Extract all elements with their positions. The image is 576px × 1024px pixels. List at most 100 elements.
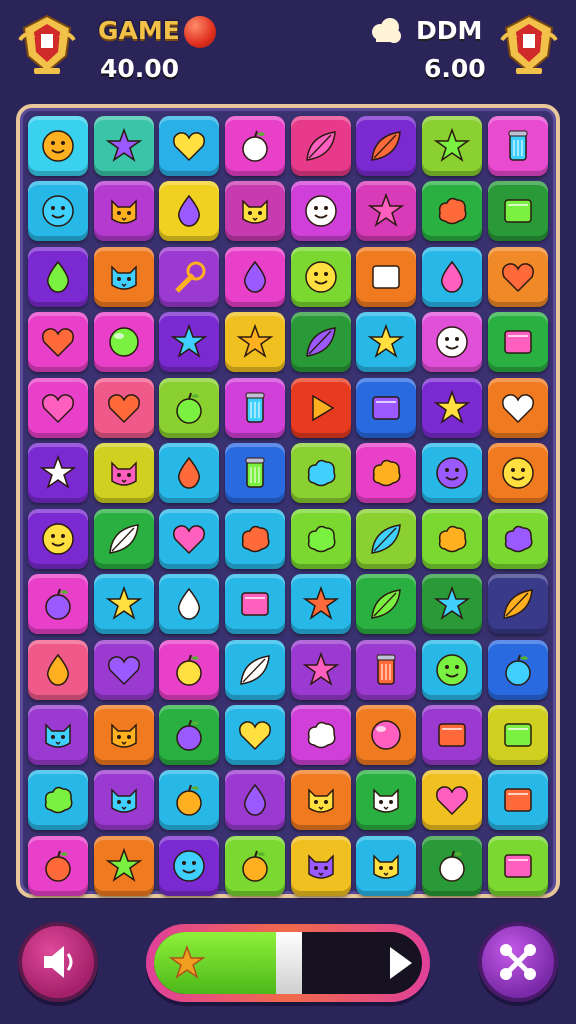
tile[interactable] [356, 312, 417, 373]
tile[interactable] [159, 508, 220, 569]
tile[interactable] [290, 116, 351, 176]
tile[interactable] [422, 770, 483, 831]
tile[interactable] [28, 312, 88, 373]
tile[interactable] [159, 770, 220, 831]
tile[interactable] [356, 574, 417, 635]
tile[interactable] [28, 181, 88, 242]
tile[interactable] [422, 639, 483, 700]
tile[interactable] [159, 574, 220, 635]
tile[interactable] [225, 704, 286, 765]
tile[interactable] [422, 704, 483, 765]
tile[interactable] [225, 770, 286, 831]
tile[interactable] [225, 443, 286, 504]
tile[interactable] [28, 639, 88, 700]
tile[interactable] [93, 312, 154, 373]
tile[interactable] [487, 574, 548, 635]
shuffle-button[interactable] [478, 922, 558, 1002]
tile[interactable] [487, 508, 548, 569]
tile[interactable] [93, 639, 154, 700]
tile[interactable] [290, 312, 351, 373]
tile[interactable] [225, 574, 286, 635]
tile[interactable] [93, 835, 154, 896]
tile[interactable] [422, 116, 483, 176]
tile[interactable] [159, 835, 220, 896]
tile[interactable] [422, 246, 483, 307]
sound-button[interactable] [18, 922, 98, 1002]
tile[interactable] [225, 246, 286, 307]
tile[interactable] [290, 639, 351, 700]
tile[interactable] [159, 181, 220, 242]
tile[interactable] [225, 116, 286, 176]
tile[interactable] [356, 443, 417, 504]
tile[interactable] [356, 508, 417, 569]
tile[interactable] [225, 835, 286, 896]
tile[interactable] [28, 835, 88, 896]
tile[interactable] [28, 443, 88, 504]
tile[interactable] [28, 116, 88, 176]
tile[interactable] [290, 443, 351, 504]
tile[interactable] [28, 377, 88, 438]
tile[interactable] [290, 770, 351, 831]
tile[interactable] [28, 508, 88, 569]
tile[interactable] [422, 835, 483, 896]
tile[interactable] [93, 574, 154, 635]
tile[interactable] [28, 770, 88, 831]
tile[interactable] [487, 704, 548, 765]
tile[interactable] [93, 116, 154, 176]
tile[interactable] [290, 508, 351, 569]
tile[interactable] [28, 246, 88, 307]
tile[interactable] [487, 770, 548, 831]
tile[interactable] [487, 443, 548, 504]
tile[interactable] [487, 116, 548, 176]
tile[interactable] [159, 246, 220, 307]
tile[interactable] [28, 704, 88, 765]
tile[interactable] [290, 574, 351, 635]
tile[interactable] [225, 181, 286, 242]
tile[interactable] [28, 574, 88, 635]
tile[interactable] [356, 704, 417, 765]
tile[interactable] [93, 181, 154, 242]
tile[interactable] [93, 508, 154, 569]
tile[interactable] [159, 704, 220, 765]
face-icon [502, 457, 534, 489]
tile[interactable] [159, 116, 220, 176]
tile[interactable] [422, 508, 483, 569]
tile[interactable] [487, 312, 548, 373]
tile[interactable] [487, 246, 548, 307]
tile[interactable] [225, 508, 286, 569]
tile[interactable] [356, 181, 417, 242]
tile[interactable] [422, 377, 483, 438]
tile[interactable] [93, 704, 154, 765]
tile[interactable] [422, 574, 483, 635]
tile[interactable] [93, 443, 154, 504]
tile[interactable] [290, 377, 351, 438]
tile[interactable] [422, 181, 483, 242]
tile[interactable] [225, 312, 286, 373]
tile[interactable] [290, 704, 351, 765]
tile[interactable] [225, 639, 286, 700]
tile[interactable] [487, 639, 548, 700]
tile[interactable] [487, 835, 548, 896]
tile[interactable] [356, 246, 417, 307]
tile[interactable] [356, 377, 417, 438]
tile[interactable] [356, 770, 417, 831]
tile[interactable] [159, 443, 220, 504]
tile[interactable] [356, 639, 417, 700]
tile[interactable] [225, 377, 286, 438]
tile[interactable] [159, 639, 220, 700]
tile[interactable] [290, 181, 351, 242]
tile[interactable] [93, 770, 154, 831]
tile[interactable] [290, 246, 351, 307]
tile[interactable] [487, 181, 548, 242]
tile[interactable] [356, 835, 417, 896]
tile[interactable] [356, 116, 417, 176]
progress-knob[interactable] [275, 932, 302, 994]
tile[interactable] [422, 443, 483, 504]
tile[interactable] [93, 377, 154, 438]
tile[interactable] [93, 246, 154, 307]
tile[interactable] [422, 312, 483, 373]
tile[interactable] [487, 377, 548, 438]
tile[interactable] [159, 312, 220, 373]
tile[interactable] [290, 835, 351, 896]
tile[interactable] [159, 377, 220, 438]
